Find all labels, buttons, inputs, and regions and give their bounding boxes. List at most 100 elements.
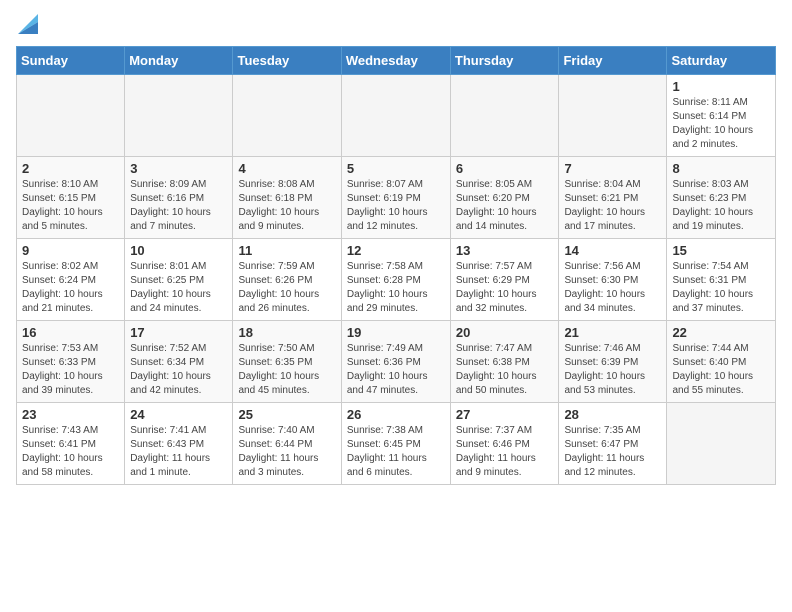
day-info: Sunrise: 8:03 AM Sunset: 6:23 PM Dayligh…: [672, 178, 770, 234]
day-number: 11: [238, 243, 335, 258]
day-info: Sunrise: 7:40 AM Sunset: 6:44 PM Dayligh…: [238, 424, 335, 480]
calendar-cell: 17 Sunrise: 7:52 AM Sunset: 6:34 PM Dayli…: [125, 321, 233, 403]
day-info: Sunrise: 8:11 AM Sunset: 6:14 PM Dayligh…: [672, 96, 770, 152]
day-number: 23: [22, 407, 119, 422]
calendar-header-thursday: Thursday: [450, 47, 559, 75]
calendar-header-sunday: Sunday: [17, 47, 125, 75]
calendar-cell: 5Sunrise: 8:07 AM Sunset: 6:19 PM Daylig…: [341, 157, 450, 239]
day-number: 14: [564, 243, 661, 258]
calendar-cell: 4 Sunrise: 8:08 AM Sunset: 6:18 PM Daylig…: [233, 157, 341, 239]
day-number: 21: [564, 325, 661, 340]
day-info: Sunrise: 7:38 AM Sunset: 6:45 PM Dayligh…: [347, 424, 445, 480]
calendar-cell: [341, 75, 450, 157]
calendar-cell: 2 Sunrise: 8:10 AM Sunset: 6:15 PM Daylig…: [17, 157, 125, 239]
day-number: 25: [238, 407, 335, 422]
day-number: 13: [456, 243, 554, 258]
day-info: Sunrise: 7:52 AM Sunset: 6:34 PM Dayligh…: [130, 342, 227, 398]
day-number: 20: [456, 325, 554, 340]
calendar-week-row: 1 Sunrise: 8:11 AM Sunset: 6:14 PM Daylig…: [17, 75, 776, 157]
day-info: Sunrise: 8:07 AM Sunset: 6:19 PM Dayligh…: [347, 178, 445, 234]
day-number: 4: [238, 161, 335, 176]
calendar-cell: [450, 75, 559, 157]
calendar-cell: [559, 75, 667, 157]
calendar-cell: 20 Sunrise: 7:47 AM Sunset: 6:38 PM Dayli…: [450, 321, 559, 403]
day-info: Sunrise: 7:37 AM Sunset: 6:46 PM Dayligh…: [456, 424, 554, 480]
day-info: Sunrise: 7:59 AM Sunset: 6:26 PM Dayligh…: [238, 260, 335, 316]
calendar-cell: 13 Sunrise: 7:57 AM Sunset: 6:29 PM Dayli…: [450, 239, 559, 321]
day-number: 15: [672, 243, 770, 258]
calendar-cell: 16 Sunrise: 7:53 AM Sunset: 6:33 PM Dayli…: [17, 321, 125, 403]
day-number: 27: [456, 407, 554, 422]
calendar-week-row: 2 Sunrise: 8:10 AM Sunset: 6:15 PM Daylig…: [17, 157, 776, 239]
calendar-cell: 25 Sunrise: 7:40 AM Sunset: 6:44 PM Dayli…: [233, 403, 341, 485]
day-number: 24: [130, 407, 227, 422]
day-info: Sunrise: 7:46 AM Sunset: 6:39 PM Dayligh…: [564, 342, 661, 398]
calendar-week-row: 16 Sunrise: 7:53 AM Sunset: 6:33 PM Dayli…: [17, 321, 776, 403]
day-number: 16: [22, 325, 119, 340]
calendar-cell: 23Sunrise: 7:43 AM Sunset: 6:41 PM Dayli…: [17, 403, 125, 485]
calendar-cell: 6 Sunrise: 8:05 AM Sunset: 6:20 PM Daylig…: [450, 157, 559, 239]
day-info: Sunrise: 7:49 AM Sunset: 6:36 PM Dayligh…: [347, 342, 445, 398]
day-info: Sunrise: 7:54 AM Sunset: 6:31 PM Dayligh…: [672, 260, 770, 316]
day-info: Sunrise: 7:56 AM Sunset: 6:30 PM Dayligh…: [564, 260, 661, 316]
calendar-cell: 3 Sunrise: 8:09 AM Sunset: 6:16 PM Daylig…: [125, 157, 233, 239]
day-info: Sunrise: 7:35 AM Sunset: 6:47 PM Dayligh…: [564, 424, 661, 480]
day-info: Sunrise: 8:09 AM Sunset: 6:16 PM Dayligh…: [130, 178, 227, 234]
day-number: 12: [347, 243, 445, 258]
day-number: 22: [672, 325, 770, 340]
day-number: 17: [130, 325, 227, 340]
calendar-cell: 1 Sunrise: 8:11 AM Sunset: 6:14 PM Daylig…: [667, 75, 776, 157]
day-number: 10: [130, 243, 227, 258]
calendar-cell: 28 Sunrise: 7:35 AM Sunset: 6:47 PM Dayli…: [559, 403, 667, 485]
day-number: 2: [22, 161, 119, 176]
calendar-cell: 7Sunrise: 8:04 AM Sunset: 6:21 PM Daylig…: [559, 157, 667, 239]
calendar-cell: [125, 75, 233, 157]
day-number: 8: [672, 161, 770, 176]
day-info: Sunrise: 8:10 AM Sunset: 6:15 PM Dayligh…: [22, 178, 119, 234]
calendar-table: SundayMondayTuesdayWednesdayThursdayFrid…: [16, 46, 776, 485]
calendar-cell: 27 Sunrise: 7:37 AM Sunset: 6:46 PM Dayli…: [450, 403, 559, 485]
day-number: 28: [564, 407, 661, 422]
calendar-cell: [667, 403, 776, 485]
calendar-cell: 12 Sunrise: 7:58 AM Sunset: 6:28 PM Dayli…: [341, 239, 450, 321]
day-number: 18: [238, 325, 335, 340]
calendar-cell: 9Sunrise: 8:02 AM Sunset: 6:24 PM Daylig…: [17, 239, 125, 321]
day-number: 1: [672, 79, 770, 94]
day-number: 9: [22, 243, 119, 258]
day-info: Sunrise: 8:08 AM Sunset: 6:18 PM Dayligh…: [238, 178, 335, 234]
calendar-cell: 14 Sunrise: 7:56 AM Sunset: 6:30 PM Dayli…: [559, 239, 667, 321]
day-number: 7: [564, 161, 661, 176]
calendar-header-friday: Friday: [559, 47, 667, 75]
calendar-week-row: 9Sunrise: 8:02 AM Sunset: 6:24 PM Daylig…: [17, 239, 776, 321]
logo-icon: [18, 14, 38, 34]
calendar-header-monday: Monday: [125, 47, 233, 75]
calendar-header-tuesday: Tuesday: [233, 47, 341, 75]
calendar-cell: 26 Sunrise: 7:38 AM Sunset: 6:45 PM Dayli…: [341, 403, 450, 485]
calendar-cell: 22 Sunrise: 7:44 AM Sunset: 6:40 PM Dayli…: [667, 321, 776, 403]
calendar-cell: [17, 75, 125, 157]
calendar-cell: 10 Sunrise: 8:01 AM Sunset: 6:25 PM Dayli…: [125, 239, 233, 321]
day-info: Sunrise: 7:58 AM Sunset: 6:28 PM Dayligh…: [347, 260, 445, 316]
calendar-cell: 18 Sunrise: 7:50 AM Sunset: 6:35 PM Dayli…: [233, 321, 341, 403]
calendar-cell: 19 Sunrise: 7:49 AM Sunset: 6:36 PM Dayli…: [341, 321, 450, 403]
day-info: Sunrise: 7:47 AM Sunset: 6:38 PM Dayligh…: [456, 342, 554, 398]
logo: [16, 16, 38, 36]
day-info: Sunrise: 7:57 AM Sunset: 6:29 PM Dayligh…: [456, 260, 554, 316]
calendar-header-wednesday: Wednesday: [341, 47, 450, 75]
calendar-cell: 11 Sunrise: 7:59 AM Sunset: 6:26 PM Dayli…: [233, 239, 341, 321]
day-info: Sunrise: 7:44 AM Sunset: 6:40 PM Dayligh…: [672, 342, 770, 398]
calendar-cell: 8 Sunrise: 8:03 AM Sunset: 6:23 PM Daylig…: [667, 157, 776, 239]
calendar-header-saturday: Saturday: [667, 47, 776, 75]
day-info: Sunrise: 8:01 AM Sunset: 6:25 PM Dayligh…: [130, 260, 227, 316]
day-number: 6: [456, 161, 554, 176]
calendar-header-row: SundayMondayTuesdayWednesdayThursdayFrid…: [17, 47, 776, 75]
calendar-cell: [233, 75, 341, 157]
day-number: 19: [347, 325, 445, 340]
day-number: 3: [130, 161, 227, 176]
day-info: Sunrise: 7:53 AM Sunset: 6:33 PM Dayligh…: [22, 342, 119, 398]
page-header: [16, 16, 776, 36]
day-info: Sunrise: 8:05 AM Sunset: 6:20 PM Dayligh…: [456, 178, 554, 234]
day-number: 26: [347, 407, 445, 422]
day-info: Sunrise: 7:50 AM Sunset: 6:35 PM Dayligh…: [238, 342, 335, 398]
calendar-week-row: 23Sunrise: 7:43 AM Sunset: 6:41 PM Dayli…: [17, 403, 776, 485]
